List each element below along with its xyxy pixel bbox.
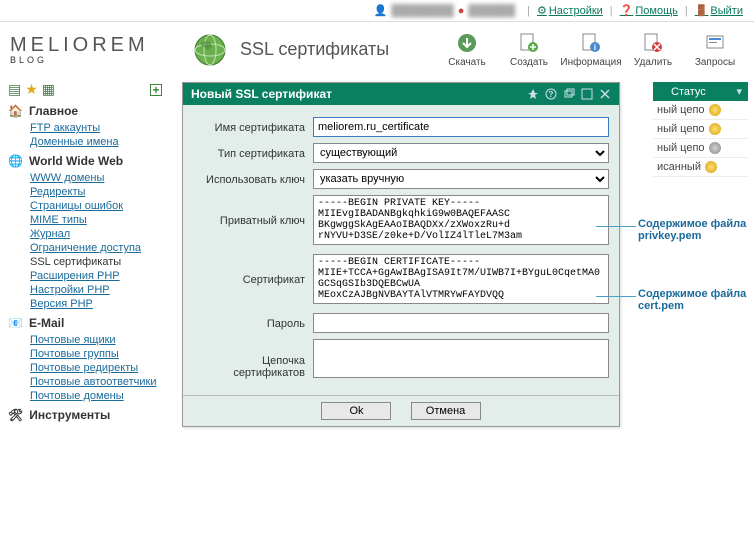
globe-small-icon: 🌐: [8, 154, 23, 168]
requests-icon: [703, 31, 727, 55]
status-menu-icon[interactable]: ▾: [736, 85, 742, 98]
cert-label: Сертификат: [193, 254, 313, 286]
info-icon: i: [579, 31, 603, 55]
sidebar-item-maildomains[interactable]: Почтовые домены: [30, 390, 162, 402]
sidebar-item-access[interactable]: Ограничение доступа: [30, 242, 162, 254]
chain-label: Цепочка сертификатов: [193, 339, 313, 379]
user-name-blur: ████████: [391, 5, 453, 17]
download-button[interactable]: Скачать: [438, 31, 496, 68]
gear-icon: ⚙: [537, 4, 547, 17]
annotation-cert: Содержимое файла cert.pem: [638, 288, 748, 312]
annotation-privkey: Содержимое файла privkey.pem: [638, 218, 748, 242]
user-info: 👤 ████████ ● ██████: [374, 4, 515, 17]
logo: MELIOREM BLOG: [10, 34, 190, 65]
svg-text:?: ?: [549, 90, 554, 99]
sidebar-item-php-version[interactable]: Версия PHP: [30, 298, 162, 310]
sidebar: ▤ ★ ▦ + 🏠 Главное FTP аккаунты Доменные …: [0, 77, 170, 430]
requests-button[interactable]: Запросы: [686, 31, 744, 68]
help-icon: ❓: [620, 4, 634, 17]
status-row[interactable]: исанный: [653, 158, 748, 177]
sidebar-item-www-domains[interactable]: WWW домены: [30, 172, 162, 184]
globe-icon: [190, 30, 230, 70]
toolbar: Скачать Создать i Информация Удалить Зап…: [438, 31, 744, 68]
cert-name-input[interactable]: [313, 117, 609, 137]
cancel-button[interactable]: Отмена: [411, 402, 481, 420]
usekey-select[interactable]: указать вручную: [313, 169, 609, 189]
bulb-icon: [709, 123, 721, 135]
delete-button[interactable]: Удалить: [624, 31, 682, 68]
pin-icon[interactable]: [527, 88, 539, 100]
sidebar-item-error-pages[interactable]: Страницы ошибок: [30, 200, 162, 212]
list-view-icon[interactable]: ▤: [8, 81, 21, 98]
favorites-icon[interactable]: ★: [25, 81, 38, 98]
sidebar-item-mailredirects[interactable]: Почтовые редиректы: [30, 362, 162, 374]
modal-title-text: Новый SSL сертификат: [191, 87, 332, 101]
logout-icon: 🚪: [695, 4, 709, 17]
privkey-label: Приватный ключ: [193, 195, 313, 227]
usekey-label: Использовать ключ: [193, 172, 313, 186]
status-row[interactable]: ный цепо: [653, 120, 748, 139]
tools-icon: 🛠: [8, 408, 23, 422]
header: MELIOREM BLOG SSL сертификаты Скачать Со…: [0, 22, 754, 77]
sidebar-item-domains[interactable]: Доменные имена: [30, 136, 162, 148]
tree-view-icon[interactable]: ▦: [42, 81, 55, 98]
sidebar-item-journal[interactable]: Журнал: [30, 228, 162, 240]
sidebar-main-header[interactable]: 🏠 Главное: [8, 104, 162, 118]
bulb-icon: [709, 142, 721, 154]
chain-textarea[interactable]: [313, 339, 609, 378]
cert-textarea[interactable]: -----BEGIN CERTIFICATE----- MIIE+TCCA+Gg…: [313, 254, 609, 304]
maximize-icon[interactable]: [581, 88, 593, 100]
page-title: SSL сертификаты: [240, 39, 438, 60]
sidebar-item-mailboxes[interactable]: Почтовые ящики: [30, 334, 162, 346]
help-modal-icon[interactable]: ?: [545, 88, 557, 100]
cert-type-select[interactable]: существующий: [313, 143, 609, 163]
alert-icon: ●: [458, 5, 465, 17]
create-button[interactable]: Создать: [500, 31, 558, 68]
ssl-cert-modal: Новый SSL сертификат ? Имя сертификата Т…: [182, 82, 620, 427]
info-button[interactable]: i Информация: [562, 31, 620, 68]
delete-icon: [641, 31, 665, 55]
restore-icon[interactable]: [563, 88, 575, 100]
home-icon: 🏠: [8, 104, 23, 118]
close-icon[interactable]: [599, 88, 611, 100]
sidebar-tools-header[interactable]: 🛠 Инструменты: [8, 408, 162, 422]
svg-text:i: i: [594, 43, 596, 52]
sidebar-item-autoresponders[interactable]: Почтовые автоответчики: [30, 376, 162, 388]
status-row[interactable]: ный цепо: [653, 101, 748, 120]
mail-icon: 📧: [8, 316, 23, 330]
bulb-icon: [705, 161, 717, 173]
password-input[interactable]: [313, 313, 609, 333]
download-icon: [455, 31, 479, 55]
add-icon[interactable]: +: [150, 84, 162, 96]
sidebar-item-mime[interactable]: MIME типы: [30, 214, 162, 226]
cert-type-label: Тип сертификата: [193, 146, 313, 160]
topbar: 👤 ████████ ● ██████ | ⚙Настройки | ❓Помо…: [0, 0, 754, 22]
help-link[interactable]: ❓Помощь: [620, 4, 678, 17]
password-label: Пароль: [193, 316, 313, 330]
modal-titlebar[interactable]: Новый SSL сертификат ?: [183, 83, 619, 105]
status-header: Статус: [671, 86, 706, 98]
status-panel: Статус ▾ ный цепо ный цепо ный цепо исан…: [653, 82, 748, 177]
user-icon: 👤: [374, 4, 388, 17]
logout-link[interactable]: 🚪Выйти: [695, 4, 743, 17]
sidebar-item-php-settings[interactable]: Настройки PHP: [30, 284, 162, 296]
sidebar-item-redirects[interactable]: Редиректы: [30, 186, 162, 198]
sidebar-item-php-ext[interactable]: Расширения PHP: [30, 270, 162, 282]
sidebar-www-header[interactable]: 🌐 World Wide Web: [8, 154, 162, 168]
privkey-textarea[interactable]: -----BEGIN PRIVATE KEY----- MIIEvgIBADAN…: [313, 195, 609, 245]
sidebar-email-header[interactable]: 📧 E-Mail: [8, 316, 162, 330]
sidebar-item-ftp[interactable]: FTP аккаунты: [30, 122, 162, 134]
sidebar-item-mailgroups[interactable]: Почтовые группы: [30, 348, 162, 360]
bulb-icon: [709, 104, 721, 116]
sidebar-item-ssl[interactable]: SSL сертификаты: [30, 256, 162, 268]
status-row[interactable]: ный цепо: [653, 139, 748, 158]
create-icon: [517, 31, 541, 55]
cert-name-label: Имя сертификата: [193, 120, 313, 134]
ok-button[interactable]: Ok: [321, 402, 391, 420]
user-host-blur: ██████: [468, 5, 515, 17]
settings-link[interactable]: ⚙Настройки: [537, 4, 603, 17]
